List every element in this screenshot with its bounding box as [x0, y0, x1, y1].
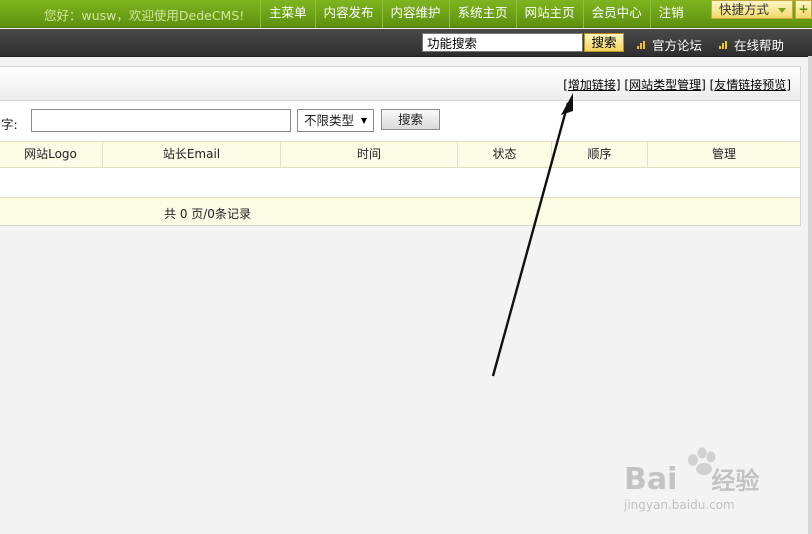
watermark-logo: Bai 经验 [624, 462, 760, 497]
watermark-url: jingyan.baidu.com [624, 498, 735, 512]
watermark: Bai 经验 jingyan.baidu.com [620, 445, 805, 515]
